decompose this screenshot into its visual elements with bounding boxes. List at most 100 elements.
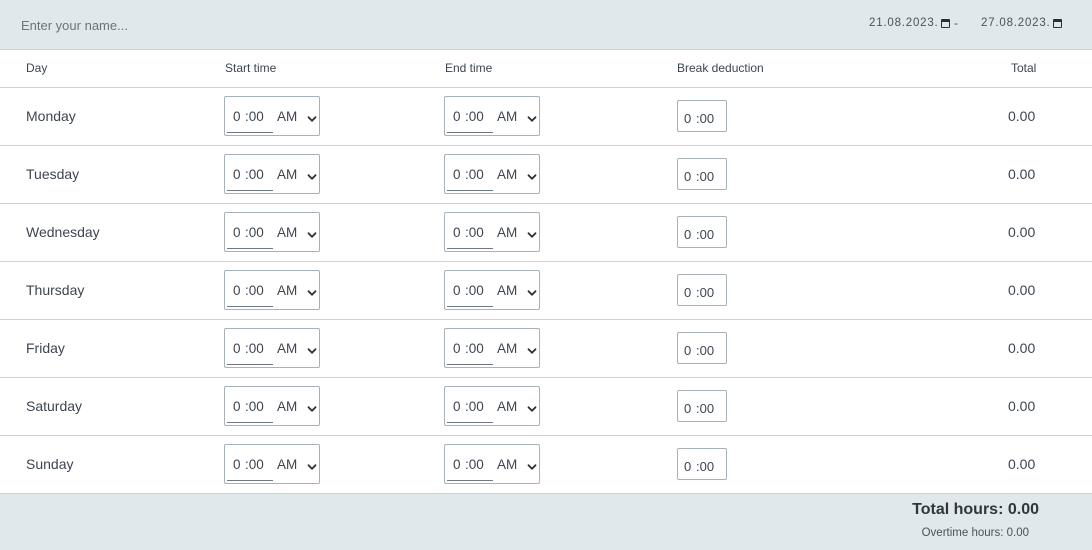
end-time-input-hour[interactable]: 0: [453, 399, 461, 414]
start-time-input-minute[interactable]: :00: [245, 399, 264, 414]
end-time-input-hour[interactable]: 0: [453, 341, 461, 356]
chevron-down-icon[interactable]: [307, 459, 317, 470]
break-deduction-input[interactable]: 0 :00: [677, 390, 727, 422]
end-time-input-ampm[interactable]: AM: [497, 225, 517, 240]
chevron-down-icon[interactable]: [527, 227, 537, 238]
end-time-input-hour[interactable]: 0: [453, 457, 461, 472]
end-time-input-hour[interactable]: 0: [453, 167, 461, 182]
end-time-input-minute[interactable]: :00: [465, 283, 484, 298]
start-time-input-minute[interactable]: :00: [245, 283, 264, 298]
break-hour[interactable]: 0: [684, 343, 691, 358]
end-time-input-ampm[interactable]: AM: [497, 109, 517, 124]
start-time-input-hour[interactable]: 0: [233, 399, 241, 414]
chevron-down-icon[interactable]: [527, 285, 537, 296]
name-input[interactable]: [10, 10, 430, 40]
end-time-input[interactable]: 0 :00 AM: [444, 212, 540, 252]
break-minute[interactable]: :00: [696, 169, 714, 184]
end-time-input[interactable]: 0 :00 AM: [444, 154, 540, 194]
chevron-down-icon[interactable]: [307, 285, 317, 296]
end-time-input[interactable]: 0 :00 AM: [444, 328, 540, 368]
end-time-input-ampm[interactable]: AM: [497, 399, 517, 414]
start-time-input-minute[interactable]: :00: [245, 225, 264, 240]
end-time-input-minute[interactable]: :00: [465, 109, 484, 124]
break-hour[interactable]: 0: [684, 459, 691, 474]
break-hour[interactable]: 0: [684, 227, 691, 242]
start-time-input[interactable]: 0 :00 AM: [224, 154, 320, 194]
chevron-down-icon[interactable]: [527, 169, 537, 180]
end-time-input[interactable]: 0 :00 AM: [444, 96, 540, 136]
break-minute[interactable]: :00: [696, 227, 714, 242]
date-from-field[interactable]: 21.08.2023.: [869, 17, 950, 29]
break-deduction-input[interactable]: 0 :00: [677, 100, 727, 132]
break-deduction-input[interactable]: 0 :00: [677, 216, 727, 248]
chevron-down-icon[interactable]: [307, 111, 317, 122]
start-time-input-ampm[interactable]: AM: [277, 457, 297, 472]
break-hour[interactable]: 0: [684, 285, 691, 300]
break-hour[interactable]: 0: [684, 401, 691, 416]
start-time-input-minute[interactable]: :00: [245, 167, 264, 182]
break-minute[interactable]: :00: [696, 111, 714, 126]
chevron-down-icon[interactable]: [527, 111, 537, 122]
end-time-input-ampm[interactable]: AM: [497, 457, 517, 472]
break-hour[interactable]: 0: [684, 111, 691, 126]
column-header-day: Day: [26, 61, 48, 75]
start-time-input-ampm[interactable]: AM: [277, 167, 297, 182]
start-time-input-hour[interactable]: 0: [233, 167, 241, 182]
start-time-input-ampm[interactable]: AM: [277, 283, 297, 298]
chevron-down-icon[interactable]: [307, 227, 317, 238]
break-minute[interactable]: :00: [696, 401, 714, 416]
start-time-input[interactable]: 0 :00 AM: [224, 270, 320, 310]
break-minute[interactable]: :00: [696, 285, 714, 300]
start-time-input-minute[interactable]: :00: [245, 457, 264, 472]
chevron-down-icon[interactable]: [527, 343, 537, 354]
break-minute[interactable]: :00: [696, 343, 714, 358]
end-time-input-minute[interactable]: :00: [465, 399, 484, 414]
calendar-icon[interactable]: [1052, 18, 1062, 28]
start-time-input-hour[interactable]: 0: [233, 341, 241, 356]
start-time-input-ampm[interactable]: AM: [277, 225, 297, 240]
break-deduction-input[interactable]: 0 :00: [677, 274, 727, 306]
chevron-down-icon[interactable]: [527, 459, 537, 470]
break-hour[interactable]: 0: [684, 169, 691, 184]
row-total: 0.00: [1008, 340, 1036, 356]
end-time-input[interactable]: 0 :00 AM: [444, 386, 540, 426]
break-deduction-input[interactable]: 0 :00: [677, 158, 727, 190]
break-deduction-input[interactable]: 0 :00: [677, 448, 727, 480]
start-time-input-underline: [227, 190, 273, 191]
calendar-icon[interactable]: [940, 18, 950, 28]
end-time-input-hour[interactable]: 0: [453, 225, 461, 240]
date-to-field[interactable]: 27.08.2023.: [981, 17, 1062, 29]
end-time-input-hour[interactable]: 0: [453, 109, 461, 124]
start-time-input-ampm[interactable]: AM: [277, 109, 297, 124]
start-time-input[interactable]: 0 :00 AM: [224, 386, 320, 426]
chevron-down-icon[interactable]: [307, 169, 317, 180]
start-time-input[interactable]: 0 :00 AM: [224, 444, 320, 484]
start-time-input-ampm[interactable]: AM: [277, 399, 297, 414]
end-time-input-minute[interactable]: :00: [465, 225, 484, 240]
end-time-input-underline: [447, 480, 493, 481]
start-time-input[interactable]: 0 :00 AM: [224, 96, 320, 136]
end-time-input-ampm[interactable]: AM: [497, 167, 517, 182]
end-time-input-minute[interactable]: :00: [465, 341, 484, 356]
chevron-down-icon[interactable]: [307, 401, 317, 412]
start-time-input-hour[interactable]: 0: [233, 225, 241, 240]
chevron-down-icon[interactable]: [527, 401, 537, 412]
chevron-down-icon[interactable]: [307, 343, 317, 354]
break-minute[interactable]: :00: [696, 459, 714, 474]
end-time-input[interactable]: 0 :00 AM: [444, 444, 540, 484]
start-time-input-minute[interactable]: :00: [245, 109, 264, 124]
start-time-input-minute[interactable]: :00: [245, 341, 264, 356]
end-time-input-minute[interactable]: :00: [465, 457, 484, 472]
end-time-input-ampm[interactable]: AM: [497, 341, 517, 356]
start-time-input-hour[interactable]: 0: [233, 457, 241, 472]
end-time-input-hour[interactable]: 0: [453, 283, 461, 298]
start-time-input-hour[interactable]: 0: [233, 109, 241, 124]
break-deduction-input[interactable]: 0 :00: [677, 332, 727, 364]
start-time-input[interactable]: 0 :00 AM: [224, 212, 320, 252]
start-time-input[interactable]: 0 :00 AM: [224, 328, 320, 368]
start-time-input-ampm[interactable]: AM: [277, 341, 297, 356]
end-time-input-minute[interactable]: :00: [465, 167, 484, 182]
end-time-input-ampm[interactable]: AM: [497, 283, 517, 298]
start-time-input-hour[interactable]: 0: [233, 283, 241, 298]
end-time-input[interactable]: 0 :00 AM: [444, 270, 540, 310]
